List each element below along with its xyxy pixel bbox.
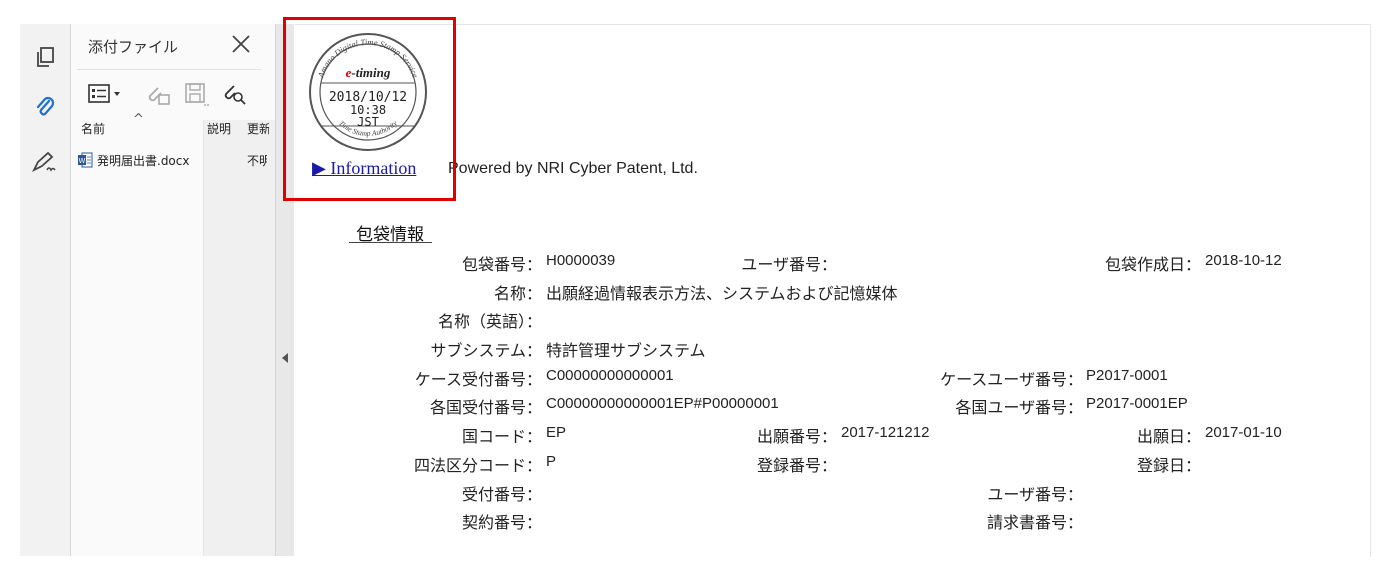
column-header-name[interactable]: 名前 xyxy=(81,120,105,144)
column-header-modified[interactable]: 更新 xyxy=(247,120,269,144)
divider xyxy=(77,69,261,70)
attachments-panel: 添付ファイル 名前 ^ 説明 更新 W 発明届出書.docx 不明 xyxy=(71,24,276,556)
field-label: 四法区分コード： xyxy=(413,456,542,475)
close-icon[interactable] xyxy=(229,32,253,56)
field-label: 名称： xyxy=(493,284,542,303)
field-label: 契約番号： xyxy=(461,513,542,532)
field-label: 登録日： xyxy=(1136,456,1201,475)
panel-title: 添付ファイル xyxy=(88,38,179,56)
field-label: ケースユーザ番号： xyxy=(940,370,1083,389)
svg-text:W: W xyxy=(79,157,86,165)
field-label: ユーザ番号： xyxy=(741,255,837,274)
column-background xyxy=(203,120,275,556)
pages-icon[interactable] xyxy=(30,42,60,72)
search-attachment-icon[interactable] xyxy=(219,80,249,108)
field-value: 2017-121212 xyxy=(841,424,930,441)
field-label: 出願番号： xyxy=(756,427,837,446)
field-value: 出願経過情報表示方法、システムおよび記憶媒体 xyxy=(546,284,898,303)
field-value: P2017-0001 xyxy=(1086,367,1168,384)
field-label: 出願日： xyxy=(1136,427,1201,446)
field-label: 包袋作成日： xyxy=(1104,255,1201,274)
field-value: P2017-0001EP xyxy=(1086,395,1188,412)
field-value: C00000000000001EP#P00000001 xyxy=(546,395,779,412)
powered-by-text: Powered by NRI Cyber Patent, Ltd. xyxy=(448,160,698,177)
left-tool-rail xyxy=(20,24,71,556)
attachment-file-name: 発明届出書.docx xyxy=(97,153,190,168)
field-label: 各国受付番号： xyxy=(429,398,542,417)
word-file-icon: W xyxy=(78,152,93,168)
sort-indicator-icon[interactable]: ^ xyxy=(133,112,144,136)
field-value: H0000039 xyxy=(546,252,616,269)
options-menu-button[interactable] xyxy=(87,80,127,108)
attachment-file-modified: 不明 xyxy=(247,153,267,168)
attachment-icon[interactable] xyxy=(30,92,60,122)
field-value: 2018-10-12 xyxy=(1205,252,1282,269)
field-label: 請求書番号： xyxy=(986,513,1083,532)
collapse-panel-icon[interactable] xyxy=(280,352,290,364)
column-header-description[interactable]: 説明 xyxy=(207,120,231,144)
section-underline xyxy=(349,242,432,243)
add-attachment-icon[interactable] xyxy=(143,80,173,108)
field-label: 各国ユーザ番号： xyxy=(955,398,1083,417)
field-value: 2017-01-10 xyxy=(1205,424,1282,441)
attachment-file-row[interactable]: W 発明届出書.docx 不明 xyxy=(77,150,267,170)
field-label: ユーザ番号： xyxy=(987,485,1083,504)
field-label: 受付番号： xyxy=(461,485,542,504)
field-label: ケース受付番号： xyxy=(414,370,542,389)
column-label-name: 名前 xyxy=(81,122,106,136)
field-value: EP xyxy=(546,424,567,441)
field-value: P xyxy=(546,453,557,470)
field-value: C00000000000001 xyxy=(546,367,674,384)
field-label: 包袋番号： xyxy=(461,255,542,274)
signature-icon[interactable] xyxy=(30,147,60,177)
field-label: サブシステム： xyxy=(430,341,542,360)
field-value: 特許管理サブシステム xyxy=(546,341,706,360)
field-label: 国コード： xyxy=(461,427,542,446)
field-label: 名称（英語）： xyxy=(437,312,542,331)
highlight-box xyxy=(283,17,456,201)
save-attachment-icon[interactable] xyxy=(181,80,211,108)
field-label: 登録番号： xyxy=(756,456,837,475)
